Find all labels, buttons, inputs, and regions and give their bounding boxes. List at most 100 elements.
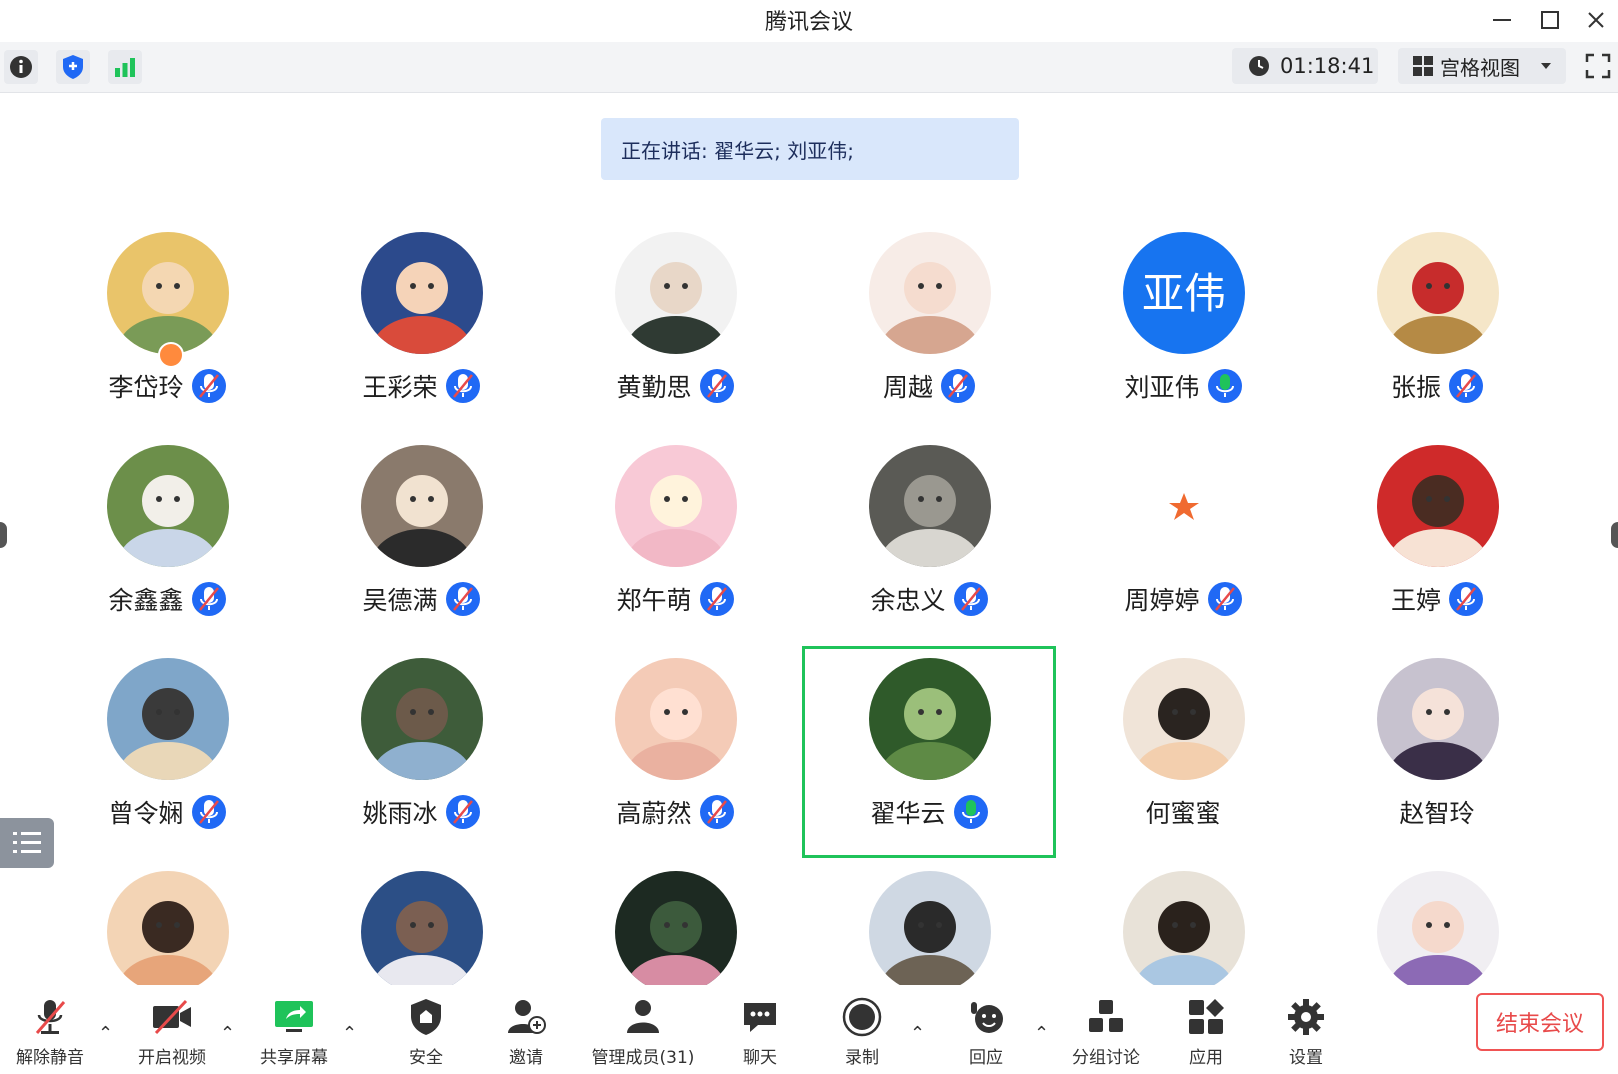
participant-tile[interactable] [1310,859,1564,985]
end-meeting-label: 结束会议 [1495,1012,1584,1037]
participant-name: 赵智玲 [1399,799,1475,828]
participant-name-row: 刘亚伟 [1056,368,1310,404]
participant-tile[interactable] [802,859,1056,985]
avatar [361,871,483,985]
add-user-icon [508,1000,546,1034]
unmute-button[interactable]: 解除静音 [10,985,90,1074]
breakout-rooms-button[interactable]: 分组讨论 [1066,985,1146,1074]
side-panel-toggle[interactable] [0,818,54,868]
close-icon [1588,12,1604,28]
avatar [869,445,991,567]
security-label: 安全 [409,1048,443,1068]
participant-tile[interactable] [1056,859,1310,985]
security-status-button[interactable] [56,50,90,84]
caret-down-icon [1541,63,1551,69]
participant-tile[interactable]: 何蜜蜜 [1056,646,1310,858]
start-video-button[interactable]: 开启视频 [132,985,212,1074]
mic-muted-icon [941,369,975,403]
participant-tile[interactable]: 王婷 [1310,433,1564,645]
participant-tile[interactable]: 亚伟刘亚伟 [1056,220,1310,432]
avatar [615,232,737,354]
audio-options-caret[interactable]: ⌃ [98,1023,113,1044]
share-screen-label: 共享屏幕 [260,1048,328,1068]
participant-tile[interactable]: 张振 [1310,220,1564,432]
shield-icon [411,999,441,1035]
breakout-icon [1089,1000,1123,1032]
meeting-toolbar: 01:18:41 宫格视图 [0,42,1618,93]
participant-tile[interactable]: 余鑫鑫 [40,433,294,645]
mic-muted-icon [445,369,480,403]
participant-tile[interactable]: 王彩荣 [294,220,548,432]
left-edge-handle[interactable] [0,522,7,548]
video-options-caret[interactable]: ⌃ [220,1023,235,1044]
fullscreen-button[interactable] [1582,50,1614,82]
participant-name: 刘亚伟 [1124,373,1200,402]
record-label: 录制 [845,1048,879,1068]
share-screen-button[interactable]: 共享屏幕 [254,985,334,1074]
record-button[interactable]: 录制 [822,985,902,1074]
svg-text:亚伟: 亚伟 [1142,269,1226,318]
settings-button[interactable]: 设置 [1266,985,1346,1074]
participant-name-row: 赵智玲 [1310,794,1564,830]
participant-tile[interactable]: 余忠义 [802,433,1056,645]
participant-tile[interactable]: 周婷婷 [1056,433,1310,645]
participant-name-row: 曾令娴 [40,794,294,830]
participant-tile[interactable]: 姚雨冰 [294,646,548,858]
participant-tile[interactable] [40,859,294,985]
avatar [615,658,737,780]
participant-tile[interactable]: 郑午萌 [548,433,802,645]
apps-button[interactable]: 应用 [1166,985,1246,1074]
manage-members-label: 管理成员(31) [591,1048,695,1068]
participant-tile[interactable]: 翟华云 [802,646,1056,858]
maximize-button[interactable] [1530,4,1570,36]
info-button[interactable] [4,50,38,84]
chat-button[interactable]: 聊天 [720,985,800,1074]
share-screen-icon [275,1001,313,1032]
participant-tile[interactable]: 高蔚然 [548,646,802,858]
participant-tile[interactable]: 吴德满 [294,433,548,645]
grid-view-icon [1413,56,1433,76]
gear-icon [1288,999,1324,1035]
invite-button[interactable]: 邀请 [486,985,566,1074]
avatar [1123,871,1245,985]
list-icon [13,832,41,853]
mic-muted-icon [1449,369,1483,403]
react-button[interactable]: 回应 [946,985,1026,1074]
participant-tile[interactable]: 黄勤思 [548,220,802,432]
participant-tile[interactable] [548,859,802,985]
react-label: 回应 [969,1048,1003,1068]
close-button[interactable] [1576,4,1616,36]
network-status-button[interactable] [108,50,142,84]
chat-label: 聊天 [743,1048,777,1068]
avatar [361,445,483,567]
manage-members-button[interactable]: 管理成员(31) [578,985,708,1074]
participant-name-row: 张振 [1310,368,1564,404]
participant-name: 张振 [1390,373,1441,402]
right-edge-handle[interactable] [1611,522,1618,548]
participant-name: 余鑫鑫 [108,586,184,615]
participant-name-row: 王彩荣 [294,368,548,404]
view-mode-label: 宫格视图 [1440,55,1520,80]
avatar [107,445,229,567]
participant-name: 翟华云 [870,799,946,828]
info-icon [10,56,32,78]
participant-tile[interactable]: 赵智玲 [1310,646,1564,858]
participant-tile[interactable] [294,859,548,985]
window-title: 腾讯会议 [764,10,853,35]
participant-tile[interactable]: 曾令娴 [40,646,294,858]
react-options-caret[interactable]: ⌃ [1034,1023,1049,1044]
end-meeting-button[interactable]: 结束会议 [1476,993,1604,1051]
participant-tile[interactable]: 周越 [802,220,1056,432]
avatar [1377,445,1499,567]
record-options-caret[interactable]: ⌃ [910,1023,925,1044]
participant-tile[interactable]: 李岱玲 [40,220,294,432]
mic-muted-icon [445,795,480,829]
security-button[interactable]: 安全 [386,985,466,1074]
mic-muted-icon [699,795,734,829]
view-mode-dropdown[interactable]: 宫格视图 [1398,48,1566,84]
mic-muted-icon [191,369,226,403]
minimize-button[interactable] [1482,4,1522,36]
meeting-timer: 01:18:41 [1232,48,1378,84]
share-options-caret[interactable]: ⌃ [342,1023,357,1044]
participant-name: 吴德满 [362,586,438,615]
